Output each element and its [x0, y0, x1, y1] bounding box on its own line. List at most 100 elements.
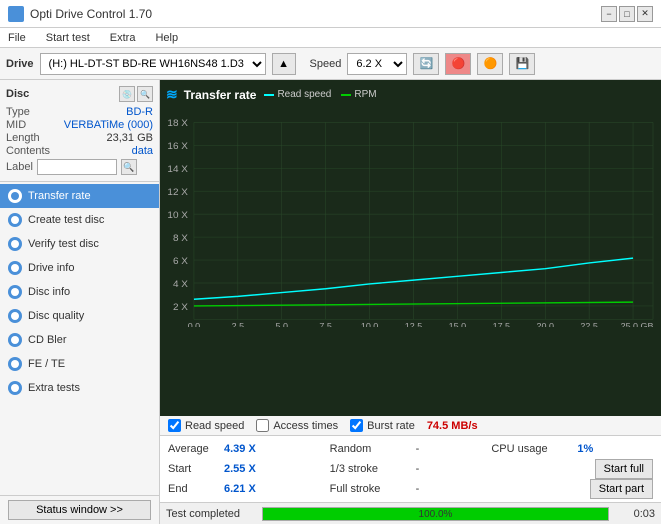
stats-row-end: End 6.21 X Full stroke - Start part — [168, 479, 653, 499]
nav-label-verify-test-disc: Verify test disc — [28, 238, 99, 250]
cpu-label: CPU usage — [491, 443, 571, 455]
svg-text:17.5: 17.5 — [493, 321, 511, 327]
nav-fe-te[interactable]: FE / TE — [0, 352, 159, 376]
read-speed-checkbox-label: Read speed — [185, 420, 244, 432]
maximize-button[interactable]: □ — [619, 6, 635, 22]
nav-label-drive-info: Drive info — [28, 262, 74, 274]
drive-select[interactable]: (H:) HL-DT-ST BD-RE WH16NS48 1.D3 — [40, 53, 266, 75]
chart-svg: 18 X 16 X 14 X 12 X 10 X 8 X 6 X 4 X 2 X — [166, 107, 655, 327]
eject-button[interactable]: ▲ — [272, 53, 296, 75]
nav-label-cd-bler: CD Bler — [28, 334, 67, 346]
nav-label-disc-quality: Disc quality — [28, 310, 84, 322]
nav-verify-test-disc[interactable]: Verify test disc — [0, 232, 159, 256]
svg-text:4 X: 4 X — [173, 279, 188, 290]
access-times-checkbox[interactable] — [256, 419, 269, 432]
disc-label-btn[interactable]: 🔍 — [121, 159, 137, 175]
chart-icon: ≋ — [166, 86, 178, 103]
start-full-button[interactable]: Start full — [595, 459, 653, 479]
nav-icon-transfer-rate — [8, 189, 22, 203]
progress-bar: 100.0% — [262, 507, 609, 521]
window-controls: − □ ✕ — [601, 6, 653, 22]
svg-text:8 X: 8 X — [173, 233, 188, 244]
status-window-button[interactable]: Status window >> — [8, 500, 151, 520]
speed-select[interactable]: 6.2 X Max 1 X 2 X 4 X 8 X — [347, 53, 407, 75]
nav-cd-bler[interactable]: CD Bler — [0, 328, 159, 352]
menu-file[interactable]: File — [4, 30, 30, 46]
start-label: Start — [168, 463, 218, 475]
access-times-checkbox-label: Access times — [273, 420, 338, 432]
speed-label: Speed — [310, 58, 342, 70]
svg-text:20.0: 20.0 — [536, 321, 554, 327]
svg-text:25.0 GB: 25.0 GB — [621, 321, 654, 327]
type-label: Type — [6, 106, 30, 118]
content-area: ≋ Transfer rate Read speed RPM — [160, 80, 661, 524]
stats-col-random: Random - — [330, 443, 492, 455]
legend-label-read-speed: Read speed — [277, 89, 331, 100]
svg-text:0.0: 0.0 — [188, 321, 201, 327]
nav-menu: Transfer rate Create test disc Verify te… — [0, 182, 159, 495]
stats-col-end: End 6.21 X — [168, 483, 330, 495]
svg-text:6 X: 6 X — [173, 256, 188, 267]
contents-value: data — [132, 145, 153, 157]
start-part-button[interactable]: Start part — [590, 479, 653, 499]
read-speed-checkbox[interactable] — [168, 419, 181, 432]
disc-icon-btn2[interactable]: 🔍 — [137, 86, 153, 102]
legend-read-speed: Read speed — [264, 89, 331, 100]
nav-label-transfer-rate: Transfer rate — [28, 190, 91, 202]
disc-label-input[interactable] — [37, 159, 117, 175]
start-value: 2.55 X — [224, 463, 264, 475]
menu-bar: File Start test Extra Help — [0, 28, 661, 48]
nav-icon-verify-test-disc — [8, 237, 22, 251]
third-stroke-value: - — [416, 463, 446, 475]
menu-help[interactable]: Help — [151, 30, 182, 46]
menu-extra[interactable]: Extra — [106, 30, 140, 46]
nav-disc-info[interactable]: Disc info — [0, 280, 159, 304]
main-layout: Disc 💿 🔍 Type BD-R MID VERBATiMe (000) L… — [0, 80, 661, 524]
disc-icon-btn1[interactable]: 💿 — [119, 86, 135, 102]
start-full-area: Start full — [491, 459, 653, 479]
save-button[interactable]: 💾 — [509, 53, 535, 75]
burst-rate-checkbox-label: Burst rate — [367, 420, 415, 432]
nav-label-fe-te: FE / TE — [28, 358, 65, 370]
svg-text:2.5: 2.5 — [232, 321, 245, 327]
stats-col-average: Average 4.39 X — [168, 443, 330, 455]
svg-text:18 X: 18 X — [167, 118, 188, 129]
chart-canvas: 18 X 16 X 14 X 12 X 10 X 8 X 6 X 4 X 2 X — [166, 107, 655, 327]
close-button[interactable]: ✕ — [637, 6, 653, 22]
nav-disc-quality[interactable]: Disc quality — [0, 304, 159, 328]
burst-rate-checkbox[interactable] — [350, 419, 363, 432]
burst-rate-value: 74.5 MB/s — [427, 420, 478, 432]
minimize-button[interactable]: − — [601, 6, 617, 22]
title-bar: Opti Drive Control 1.70 − □ ✕ — [0, 0, 661, 28]
svg-text:12 X: 12 X — [167, 187, 188, 198]
nav-label-extra-tests: Extra tests — [28, 382, 80, 394]
stats-col-full-stroke: Full stroke - — [330, 483, 492, 495]
progress-time: 0:03 — [615, 508, 655, 520]
app-title: Opti Drive Control 1.70 — [30, 7, 152, 21]
stats-rows: Average 4.39 X Random - CPU usage 1% Sta… — [160, 436, 661, 502]
menu-start-test[interactable]: Start test — [42, 30, 94, 46]
mid-value: VERBATiMe (000) — [64, 119, 153, 131]
average-value: 4.39 X — [224, 443, 264, 455]
nav-icon-disc-info — [8, 285, 22, 299]
svg-text:10 X: 10 X — [167, 210, 188, 221]
nav-transfer-rate[interactable]: Transfer rate — [0, 184, 159, 208]
nav-create-test-disc[interactable]: Create test disc — [0, 208, 159, 232]
refresh-button[interactable]: 🔄 — [413, 53, 439, 75]
progress-area: Test completed 100.0% 0:03 — [160, 502, 661, 524]
random-label: Random — [330, 443, 410, 455]
disc-panel: Disc 💿 🔍 Type BD-R MID VERBATiMe (000) L… — [0, 80, 159, 182]
chart-title: ≋ Transfer rate — [166, 86, 256, 103]
nav-label-create-test-disc: Create test disc — [28, 214, 104, 226]
settings-button[interactable]: 🔴 — [445, 53, 471, 75]
svg-text:2 X: 2 X — [173, 302, 188, 313]
nav-drive-info[interactable]: Drive info — [0, 256, 159, 280]
status-window-area: Status window >> — [0, 495, 159, 524]
access-times-checkbox-item: Access times — [256, 419, 338, 432]
nav-extra-tests[interactable]: Extra tests — [0, 376, 159, 400]
drive-label: Drive — [6, 58, 34, 70]
app-icon — [8, 6, 24, 22]
stats-row-start: Start 2.55 X 1/3 stroke - Start full — [168, 459, 653, 479]
info-button[interactable]: 🟠 — [477, 53, 503, 75]
type-value: BD-R — [126, 106, 153, 118]
